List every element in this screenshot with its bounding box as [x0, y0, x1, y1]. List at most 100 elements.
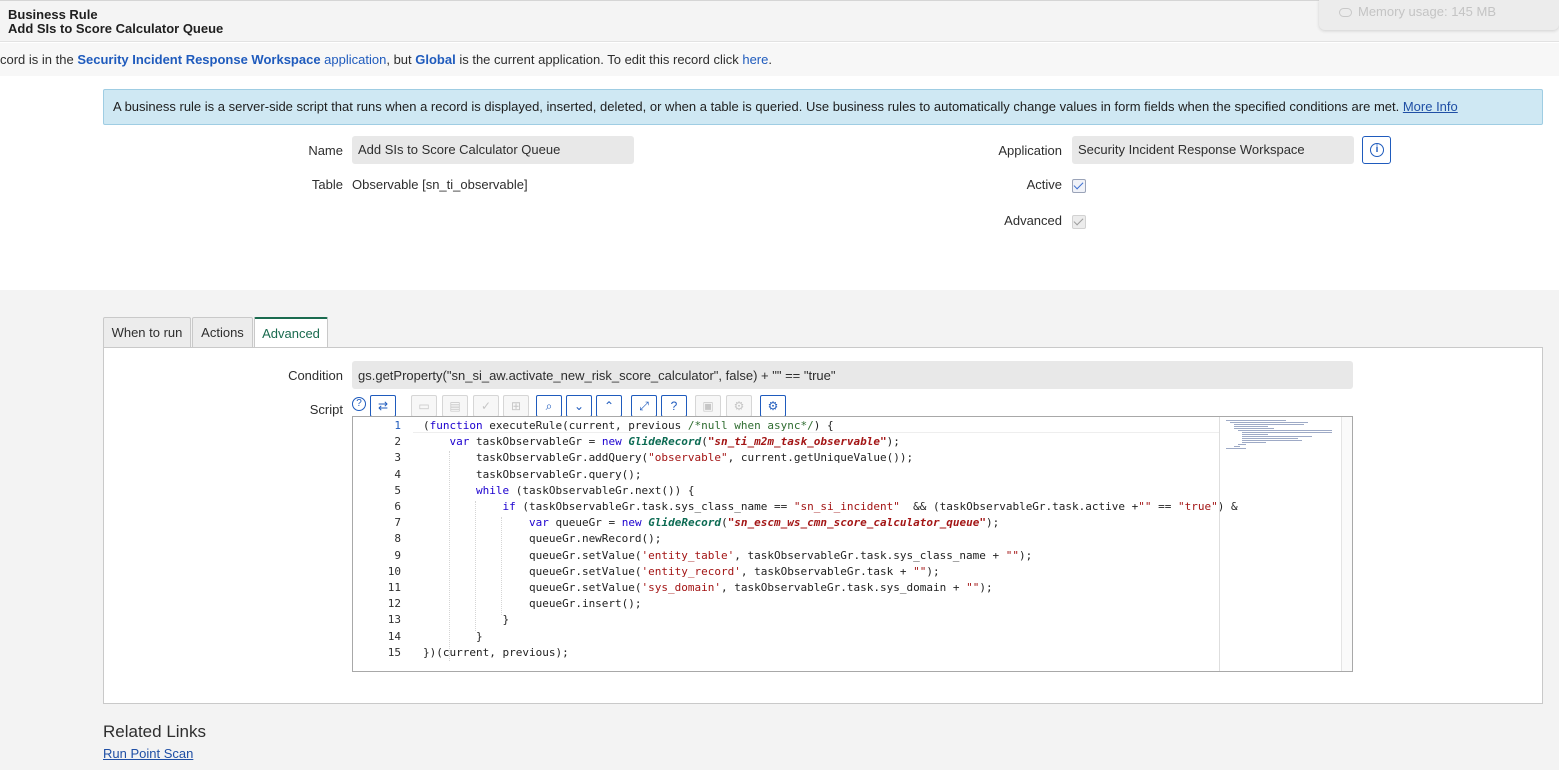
minimap-line [1230, 422, 1308, 423]
line-number: 5 [394, 483, 401, 497]
advanced-checkbox[interactable] [1072, 215, 1086, 229]
code-line: queueGr.insert(); [423, 597, 642, 611]
application-suffix-link[interactable]: application [321, 52, 386, 67]
info-icon: i [1370, 143, 1384, 157]
find-previous-icon[interactable]: ⌃ [596, 395, 622, 417]
name-field[interactable]: Add SIs to Score Calculator Queue [352, 136, 634, 164]
line-number: 11 [387, 581, 401, 594]
line-number: 14 [387, 629, 401, 643]
info-text: A business rule is a server-side script … [113, 99, 1403, 114]
script-settings-icon[interactable]: ⚙ [760, 395, 786, 417]
uncomment-selected-icon[interactable]: ▤ [442, 395, 468, 417]
toggle-syntax-editor-icon[interactable]: ⇄ [370, 395, 396, 417]
line-number: 3 [394, 451, 401, 465]
memory-usage-badge: Memory usage: 145 MB [1319, 0, 1559, 30]
application-label: Application [998, 143, 1062, 158]
script-help-icon[interactable]: ? [352, 397, 366, 411]
minimap-line [1242, 434, 1268, 435]
full-screen-icon[interactable]: ⤢ [631, 395, 657, 417]
minimap-line [1242, 436, 1312, 437]
memory-usage-text: Memory usage: 145 MB [1358, 4, 1497, 19]
line-number: 7 [394, 516, 401, 530]
find-next-icon[interactable]: ⌄ [566, 395, 592, 417]
line-number: 6 [394, 500, 401, 513]
business-rule-info-box: A business rule is a server-side script … [103, 89, 1543, 125]
code-line: queueGr.setValue('sys_domain', taskObser… [423, 581, 993, 594]
code-line: })(current, previous); [423, 645, 569, 659]
code-line: if (taskObservableGr.task.sys_class_name… [502, 500, 1238, 513]
advanced-label: Advanced [1004, 213, 1062, 228]
run-point-scan-link[interactable]: Run Point Scan [103, 746, 193, 761]
line-number: 10 [387, 564, 401, 578]
indent-guide [449, 451, 450, 661]
minimap-line [1242, 438, 1298, 439]
minimap-line [1238, 430, 1332, 431]
application-field[interactable]: Security Incident Response Workspace [1072, 136, 1354, 164]
check-syntax-icon[interactable]: ✓ [473, 395, 499, 417]
table-value: Observable [sn_ti_observable] [352, 177, 528, 192]
indent-guide [475, 501, 476, 631]
record-type-title: Business Rule [8, 7, 98, 22]
tab-actions[interactable]: Actions [192, 317, 253, 348]
tab-when-to-run[interactable]: When to run [103, 317, 191, 348]
related-links-title: Related Links [103, 722, 207, 741]
active-label: Active [1026, 177, 1062, 192]
name-label: Name [308, 143, 343, 158]
line-number: 12 [387, 597, 401, 611]
notice-middle2: is the current application. To edit this… [455, 52, 743, 67]
line-number: 4 [394, 467, 401, 481]
minimap-line [1234, 424, 1304, 425]
script-debugger-icon[interactable]: ⚙ [726, 395, 752, 417]
format-code-icon[interactable]: ⊞ [503, 395, 529, 417]
application-info-button[interactable]: i [1362, 136, 1391, 164]
notice-end: . [768, 52, 772, 67]
notice-middle: , but [386, 52, 416, 67]
line-number: 13 [387, 613, 401, 627]
minimap-line [1234, 446, 1240, 447]
more-info-link[interactable]: More Info [1403, 99, 1458, 114]
code-line: } [423, 613, 510, 627]
code-line: taskObservableGr.addQuery("observable", … [423, 451, 914, 465]
minimap-line [1242, 432, 1332, 433]
minimap-line [1234, 426, 1268, 427]
minimap-line [1242, 440, 1302, 441]
minimap-line [1234, 428, 1274, 429]
code-line: (function executeRule(current, previous … [423, 419, 834, 432]
active-checkbox[interactable] [1072, 179, 1086, 193]
current-scope-link[interactable]: Global [415, 52, 455, 67]
record-name-title: Add SIs to Score Calculator Queue [8, 21, 224, 36]
code-line: queueGr.newRecord(); [423, 532, 662, 546]
line-number: 1 [394, 419, 401, 432]
minimap-line [1226, 420, 1286, 421]
code-line: } [423, 629, 483, 643]
code-line: taskObservableGr.query(); [423, 467, 642, 481]
table-label: Table [311, 177, 343, 192]
line-number: 8 [394, 532, 401, 546]
line-number: 9 [394, 548, 401, 562]
code-minimap[interactable] [1219, 417, 1341, 671]
minimap-line [1238, 444, 1246, 445]
indent-guide [501, 517, 502, 615]
editor-scrollbar[interactable] [1341, 417, 1352, 671]
edit-here-link[interactable]: here [742, 52, 768, 67]
code-line: var queueGr = new GlideRecord("sn_escm_w… [528, 516, 1000, 530]
minimap-line [1226, 448, 1246, 449]
notice-prefix: cord is in the [0, 52, 78, 67]
save-icon[interactable]: ▣ [695, 395, 721, 417]
script-label: Script [309, 402, 343, 417]
application-link[interactable]: Security Incident Response Workspace [77, 52, 320, 67]
search-icon[interactable]: ⌕ [536, 395, 562, 417]
code-line: var taskObservableGr = new GlideRecord("… [449, 435, 900, 449]
help-icon[interactable]: ? [661, 395, 687, 417]
script-editor[interactable]: 1 (function executeRule(current, previous… [352, 416, 1353, 672]
condition-field[interactable]: gs.getProperty("sn_si_aw.activate_new_ri… [352, 361, 1353, 389]
code-line: queueGr.setValue('entity_table', taskObs… [423, 548, 1033, 562]
condition-label: Condition [288, 368, 343, 383]
tab-advanced[interactable]: Advanced [254, 317, 328, 349]
minimap-line [1242, 442, 1266, 443]
code-line: while (taskObservableGr.next()) { [475, 483, 695, 497]
cloud-icon [1339, 8, 1352, 18]
application-scope-notice: cord is in the Security Incident Respons… [0, 43, 1559, 76]
line-number: 2 [394, 435, 401, 449]
comment-selected-icon[interactable]: ▭ [411, 395, 437, 417]
